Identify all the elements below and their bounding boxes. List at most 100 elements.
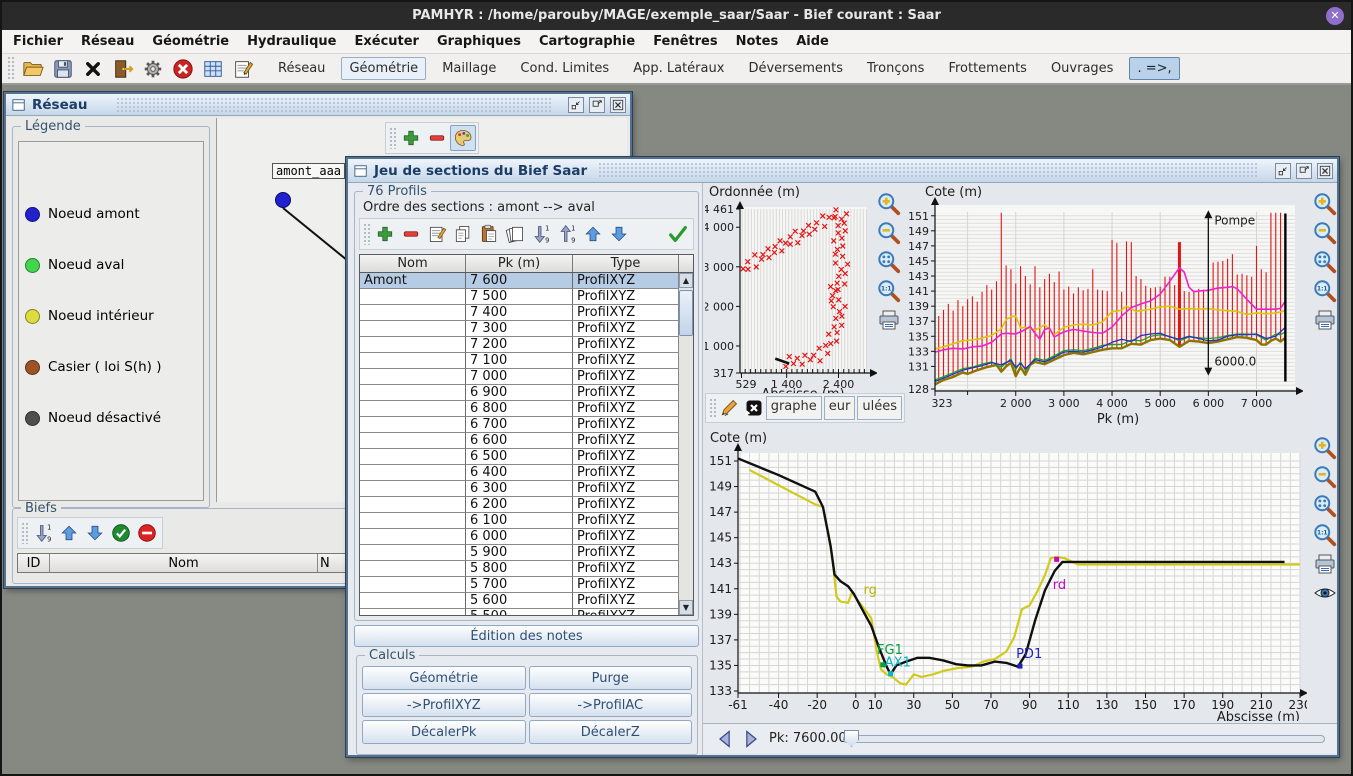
type-cell[interactable]: ProfilXYZ: [573, 369, 679, 385]
pk-cell[interactable]: 5 500: [466, 609, 573, 615]
toolbar-button-r-seau[interactable]: Réseau: [270, 57, 333, 80]
menu-exécuter[interactable]: Exécuter: [345, 32, 428, 51]
nom-cell[interactable]: [360, 385, 466, 401]
pk-cell[interactable]: 6 600: [466, 433, 573, 449]
type-cell[interactable]: ProfilXYZ: [573, 529, 679, 545]
nom-cell[interactable]: [360, 337, 466, 353]
disable-icon[interactable]: [134, 520, 160, 546]
node-label[interactable]: amont_aaa: [272, 163, 345, 179]
minus-icon[interactable]: [398, 221, 424, 247]
table-row[interactable]: 6 200ProfilXYZ: [360, 497, 693, 513]
type-cell[interactable]: ProfilXYZ: [573, 513, 679, 529]
biefs-toolbar-grip[interactable]: [21, 522, 29, 544]
menu-fenêtres[interactable]: Fenêtres: [644, 32, 726, 51]
menu-réseau[interactable]: Réseau: [72, 32, 143, 51]
type-cell[interactable]: ProfilXYZ: [573, 433, 679, 449]
type-cell[interactable]: ProfilXYZ: [573, 273, 679, 289]
nom-cell[interactable]: [360, 593, 466, 609]
zoom-out-icon[interactable]: [1312, 464, 1338, 490]
table-row[interactable]: 7 500ProfilXYZ: [360, 289, 693, 305]
table-row[interactable]: 7 100ProfilXYZ: [360, 353, 693, 369]
sections-titlebar[interactable]: Jeu de sections du Bief Saar: [348, 159, 1337, 183]
scroll-thumb[interactable]: [679, 290, 693, 336]
zoom-in-icon[interactable]: [1312, 191, 1338, 217]
menu-fichier[interactable]: Fichier: [4, 32, 72, 51]
biefs-column-nom[interactable]: Nom: [50, 554, 318, 572]
pk-cell[interactable]: 6 900: [466, 385, 573, 401]
table-row[interactable]: 6 800ProfilXYZ: [360, 401, 693, 417]
pencil-icon[interactable]: [717, 395, 741, 421]
close-doc-icon[interactable]: [80, 56, 106, 82]
toolbar-button-ouvrages[interactable]: Ouvrages: [1043, 57, 1122, 80]
calc-button-d-calerz[interactable]: DécalerZ: [529, 720, 693, 744]
profils-column-nom[interactable]: Nom: [360, 255, 466, 272]
pk-cell[interactable]: 5 700: [466, 577, 573, 593]
type-cell[interactable]: ProfilXYZ: [573, 401, 679, 417]
open-icon[interactable]: [20, 56, 46, 82]
pk-cell[interactable]: 7 200: [466, 337, 573, 353]
toolbar-button-g-om-trie[interactable]: Géométrie: [341, 57, 426, 80]
pk-cell[interactable]: 6 500: [466, 449, 573, 465]
type-cell[interactable]: ProfilXYZ: [573, 289, 679, 305]
scroll-down-icon[interactable]: ▼: [679, 600, 693, 615]
nom-cell[interactable]: [360, 513, 466, 529]
table-row[interactable]: 6 600ProfilXYZ: [360, 433, 693, 449]
nom-cell[interactable]: [360, 449, 466, 465]
toolbar-button-cond-limites[interactable]: Cond. Limites: [512, 57, 617, 80]
move-up-icon[interactable]: [56, 520, 82, 546]
table-row[interactable]: Amont7 600ProfilXYZ: [360, 273, 693, 289]
type-cell[interactable]: ProfilXYZ: [573, 561, 679, 577]
pk-cell[interactable]: 6 300: [466, 481, 573, 497]
window-max-icon[interactable]: [589, 97, 605, 113]
upstream-node[interactable]: [275, 192, 291, 208]
type-cell[interactable]: ProfilXYZ: [573, 417, 679, 433]
zoom-1-1-icon[interactable]: 1:1: [876, 278, 902, 304]
sort-down-icon[interactable]: 19: [30, 520, 56, 546]
pk-slider-track[interactable]: [843, 735, 1325, 743]
paste-icon[interactable]: [476, 221, 502, 247]
menu-cartographie[interactable]: Cartographie: [530, 32, 644, 51]
edit-icon[interactable]: [424, 221, 450, 247]
window-max-icon[interactable]: [1296, 163, 1312, 179]
print-icon[interactable]: [1312, 551, 1338, 577]
table-row[interactable]: 6 400ProfilXYZ: [360, 465, 693, 481]
print-icon[interactable]: [1312, 307, 1338, 333]
pk-cell[interactable]: 5 600: [466, 593, 573, 609]
table-row[interactable]: 7 400ProfilXYZ: [360, 305, 693, 321]
type-cell[interactable]: ProfilXYZ: [573, 545, 679, 561]
nom-cell[interactable]: [360, 321, 466, 337]
grid-icon[interactable]: [200, 56, 226, 82]
biefs-column-id[interactable]: ID: [18, 554, 50, 572]
plan-tab-graphe[interactable]: graphe: [766, 396, 822, 420]
cancel-icon[interactable]: [170, 56, 196, 82]
nom-cell[interactable]: [360, 529, 466, 545]
pk-cell[interactable]: 6 100: [466, 513, 573, 529]
pk-cell[interactable]: 6 700: [466, 417, 573, 433]
zoom-fit-icon[interactable]: [876, 249, 902, 275]
nom-cell[interactable]: Amont: [360, 273, 466, 289]
calc-button-purge[interactable]: Purge: [529, 666, 693, 690]
prev-icon[interactable]: [713, 727, 737, 751]
table-row[interactable]: 6 700ProfilXYZ: [360, 417, 693, 433]
scroll-up-icon[interactable]: ▲: [679, 273, 693, 288]
pk-cell[interactable]: 7 600: [466, 273, 573, 289]
toolbar-button-frottements[interactable]: Frottements: [940, 57, 1035, 80]
profils-column-type[interactable]: Type: [573, 255, 679, 272]
type-cell[interactable]: ProfilXYZ: [573, 577, 679, 593]
move-down-icon[interactable]: [82, 520, 108, 546]
type-cell[interactable]: ProfilXYZ: [573, 593, 679, 609]
enable-icon[interactable]: [108, 520, 134, 546]
exit-icon[interactable]: [110, 56, 136, 82]
plus-icon[interactable]: [398, 125, 424, 151]
window-min-icon[interactable]: [1275, 163, 1291, 179]
nom-cell[interactable]: [360, 289, 466, 305]
table-row[interactable]: 5 700ProfilXYZ: [360, 577, 693, 593]
nom-cell[interactable]: [360, 545, 466, 561]
pk-cell[interactable]: 7 000: [466, 369, 573, 385]
table-row[interactable]: 6 000ProfilXYZ: [360, 529, 693, 545]
toolbar-button-tron-ons[interactable]: Tronçons: [859, 57, 932, 80]
notes-icon[interactable]: [230, 56, 256, 82]
move-up-icon[interactable]: [580, 221, 606, 247]
menu-notes[interactable]: Notes: [727, 32, 788, 51]
zoom-fit-icon[interactable]: [1312, 493, 1338, 519]
